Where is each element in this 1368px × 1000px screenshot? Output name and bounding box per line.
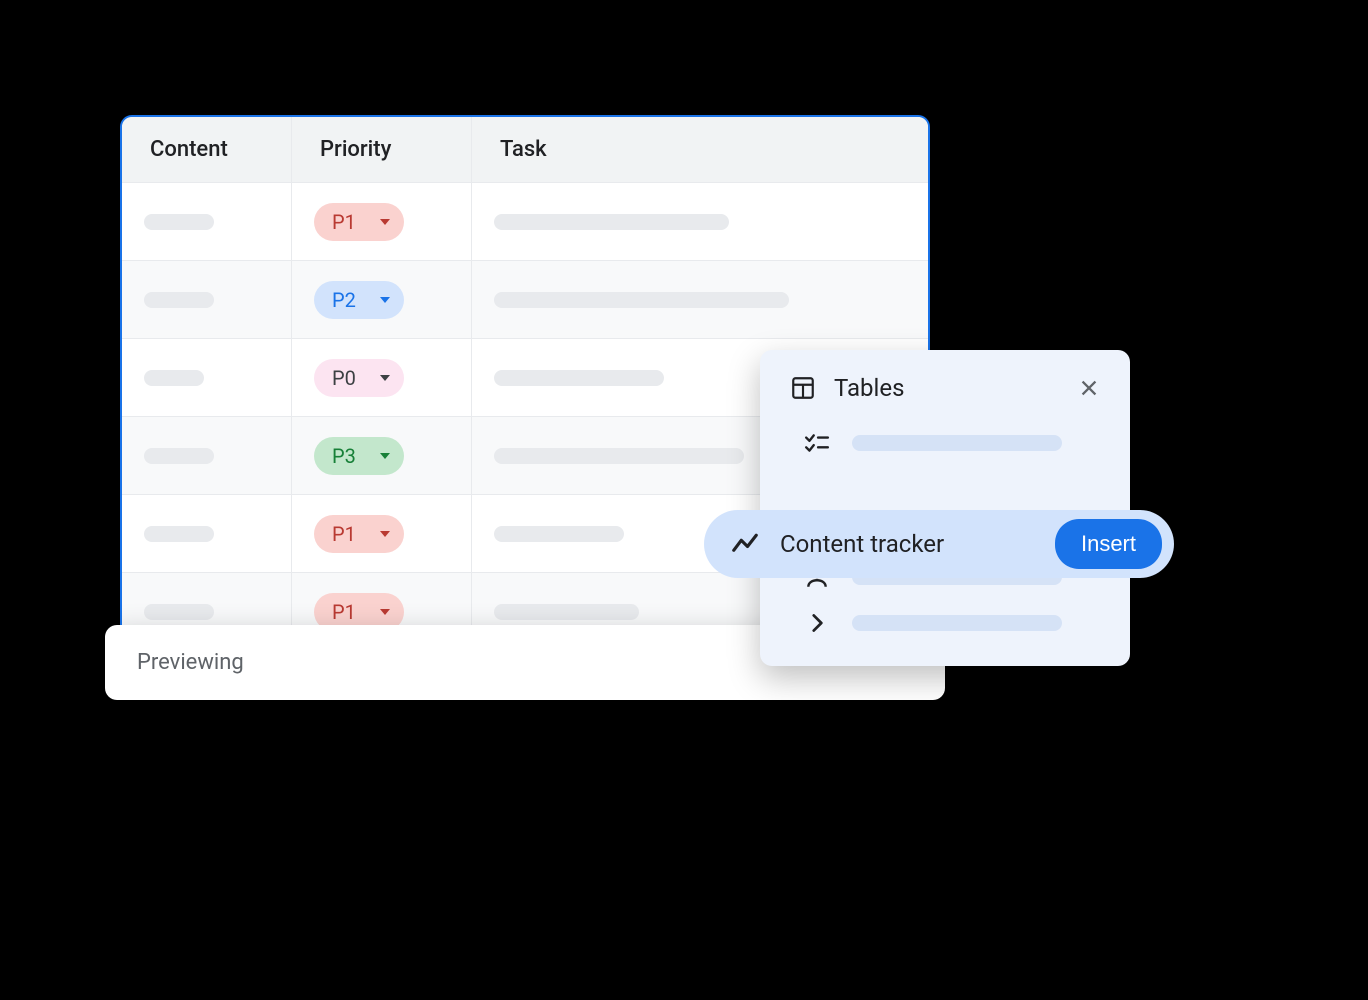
chevron-down-icon: [380, 609, 390, 615]
content-placeholder: [144, 448, 214, 464]
template-label: Content tracker: [780, 530, 1035, 558]
trend-icon: [730, 529, 760, 559]
priority-label: P0: [332, 366, 356, 390]
panel-item-placeholder: [852, 615, 1062, 631]
table-icon: [790, 375, 816, 401]
template-content-tracker[interactable]: Content tracker Insert: [704, 510, 1174, 578]
priority-label: P1: [332, 600, 356, 624]
cell-priority: P2: [292, 261, 472, 338]
chevron-down-icon: [380, 375, 390, 381]
checklist-icon: [804, 430, 830, 456]
cell-content: [122, 183, 292, 260]
priority-pill[interactable]: P2: [314, 281, 404, 319]
cell-content: [122, 261, 292, 338]
close-icon: [1078, 377, 1100, 399]
chevron-down-icon: [380, 297, 390, 303]
panel-item-more[interactable]: [804, 610, 1106, 636]
content-placeholder: [144, 604, 214, 620]
cell-priority: P0: [292, 339, 472, 416]
priority-pill[interactable]: P0: [314, 359, 404, 397]
panel-item-placeholder: [852, 435, 1062, 451]
table-row: P2: [122, 261, 928, 339]
task-placeholder: [494, 214, 729, 230]
preview-footer-label: Previewing: [137, 650, 244, 675]
tables-panel-header: Tables: [784, 374, 1106, 402]
content-placeholder: [144, 292, 214, 308]
insert-button[interactable]: Insert: [1055, 519, 1162, 569]
cell-content: [122, 339, 292, 416]
priority-label: P3: [332, 444, 356, 468]
cell-task: [472, 261, 928, 338]
task-placeholder: [494, 292, 789, 308]
cell-content: [122, 417, 292, 494]
chevron-down-icon: [380, 219, 390, 225]
priority-pill[interactable]: P3: [314, 437, 404, 475]
chevron-down-icon: [380, 531, 390, 537]
cell-task: [472, 183, 928, 260]
priority-pill[interactable]: P1: [314, 515, 404, 553]
tables-panel: Tables: [760, 350, 1130, 666]
chevron-right-icon: [804, 610, 830, 636]
cell-priority: P1: [292, 183, 472, 260]
priority-label: P1: [332, 210, 356, 234]
priority-pill[interactable]: P1: [314, 203, 404, 241]
cell-content: [122, 495, 292, 572]
priority-label: P2: [332, 288, 356, 312]
chevron-down-icon: [380, 453, 390, 459]
close-button[interactable]: [1078, 377, 1100, 399]
table-row: P1: [122, 183, 928, 261]
content-placeholder: [144, 526, 214, 542]
panel-item-checklist[interactable]: [804, 430, 1106, 456]
priority-label: P1: [332, 522, 356, 546]
cell-priority: P3: [292, 417, 472, 494]
column-header-priority: Priority: [292, 117, 472, 182]
task-placeholder: [494, 604, 639, 620]
column-header-content: Content: [122, 117, 292, 182]
column-header-task: Task: [472, 117, 928, 182]
table-header-row: Content Priority Task: [122, 117, 928, 183]
cell-priority: P1: [292, 495, 472, 572]
task-placeholder: [494, 526, 624, 542]
content-placeholder: [144, 214, 214, 230]
task-placeholder: [494, 370, 664, 386]
task-placeholder: [494, 448, 744, 464]
content-placeholder: [144, 370, 204, 386]
tables-panel-title: Tables: [834, 374, 904, 402]
